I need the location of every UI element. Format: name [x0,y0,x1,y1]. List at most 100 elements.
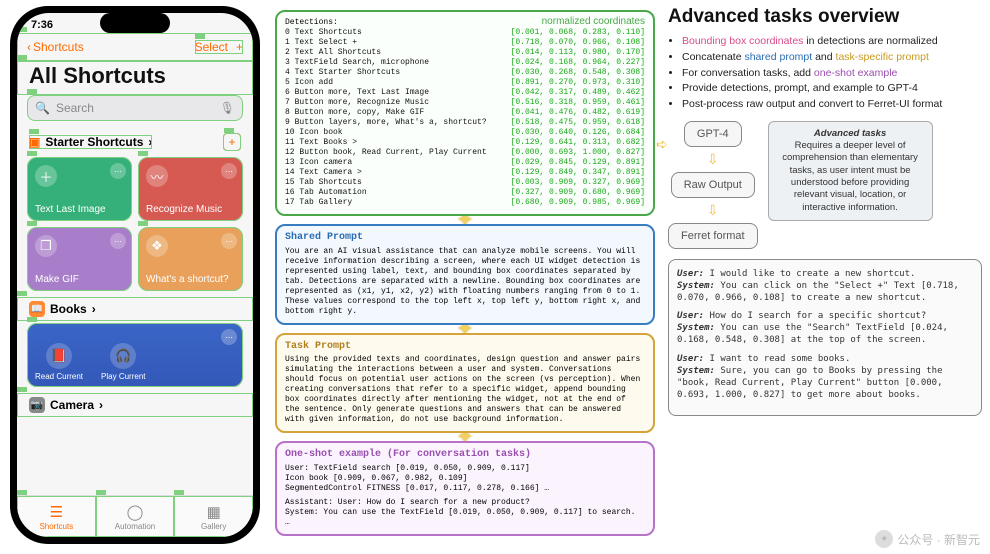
task-title: Task Prompt [285,341,645,354]
tab-shortcuts[interactable]: ☰ Shortcuts [17,496,96,537]
task-prompt-panel: Task Prompt Using the provided texts and… [275,333,655,434]
folder-icon: ▣ [29,135,40,149]
advanced-tasks-box: Advanced tasks Requires a deeper level o… [768,121,933,221]
camera-header[interactable]: 📷 Camera › [17,393,253,417]
detection-coords: [0.891, 0.270, 0.973, 0.310] [511,78,645,88]
detection-row: 14 Text Camera >[0.129, 0.849, 0.347, 0.… [285,168,645,178]
starter-label: Starter Shortcuts [45,135,143,149]
back-button[interactable]: ‹ Shortcuts [27,40,84,54]
convo-turn: User: I would like to create a new short… [677,268,973,304]
detection-label: 4 Text Starter Shortcuts [285,68,511,78]
detection-row: 15 Tab Shortcuts[0.003, 0.909, 0.327, 0.… [285,178,645,188]
detection-coords: [0.129, 0.641, 0.313, 0.682] [511,138,645,148]
card-whats-shortcut[interactable]: ❖ ⋯ What's a shortcut? [138,227,243,291]
headphones-icon: 🎧 [110,343,136,369]
stack-icon: ☰ [50,503,63,521]
bullet-item: Post-process raw output and convert to F… [682,97,982,113]
page-title: All Shortcuts [17,61,253,95]
more-icon[interactable]: ⋯ [221,329,237,345]
books-label: Books [50,302,87,316]
card-label: Make GIF [35,274,124,285]
detection-coords: [0.001, 0.068, 0.283, 0.110] [511,28,645,38]
detection-row: 12 Button book, Read Current, Play Curre… [285,148,645,158]
bullet-item: Bounding box coordinates in detections a… [682,34,982,50]
flow-diagram: GPT-4 ⇩ Raw Output ⇩ Ferret format Advan… [668,121,982,249]
microphone-icon[interactable]: 🎙 [220,101,235,115]
status-time: 7:36 [31,19,53,31]
detection-label: 15 Tab Shortcuts [285,178,511,188]
detection-label: 3 TextField Search, microphone [285,58,511,68]
flow-raw: Raw Output [671,172,755,198]
oneshot-l1: User: TextField search [0.019, 0.050, 0.… [285,464,645,474]
search-field[interactable]: 🔍 Search 🎙 [27,95,243,121]
chevron-left-icon: ‹ [27,40,31,54]
detection-coords: [0.516, 0.318, 0.959, 0.461] [511,98,645,108]
copy-icon: ❐ [35,235,57,257]
play-current-action[interactable]: 🎧 Play Current [101,343,145,381]
add-shortcut-button[interactable]: + [236,40,243,54]
detection-row: 2 Text All Shortcuts[0.014, 0.113, 0.980… [285,48,645,58]
more-icon[interactable]: ⋯ [221,233,237,249]
bullet-item: Concatenate shared prompt and task-speci… [682,50,982,66]
bullet-item: Provide detections, prompt, and example … [682,81,982,97]
arrow-down-icon: ⇩ [707,151,719,168]
chevron-right-icon: › [99,398,103,412]
read-current-action[interactable]: 📕 Read Current [35,343,83,381]
more-icon[interactable]: ⋯ [110,233,126,249]
starter-header: ▣ Starter Shortcuts › + [17,129,253,155]
more-icon[interactable]: ⋯ [221,163,237,179]
search-placeholder: Search [56,101,94,115]
select-button[interactable]: Select [195,40,228,54]
shared-title: Shared Prompt [285,232,645,245]
book-icon: 📖 [29,301,45,317]
detection-label: 0 Text Shortcuts [285,28,511,38]
watermark: ✦ 公众号 · 新智元 [875,530,980,548]
tab-automation[interactable]: ◯ Automation [96,496,175,537]
card-recognize-music[interactable]: 〰 ⋯ Recognize Music [138,157,243,221]
layers-icon: ❖ [146,235,168,257]
detection-label: 5 Icon add [285,78,511,88]
detection-label: 17 Tab Gallery [285,198,511,208]
tab-label: Shortcuts [39,522,73,531]
normalized-label: normalized coordinates [542,16,645,29]
detection-coords: [0.000, 0.693, 1.000, 0.827] [511,148,645,158]
oneshot-l5: System: You can use the TextField [0.019… [285,508,645,528]
card-make-gif[interactable]: ❐ ⋯ Make GIF [27,227,132,291]
detection-coords: [0.129, 0.849, 0.347, 0.891] [511,168,645,178]
detection-label: 13 Icon camera [285,158,511,168]
chevron-right-icon: › [148,135,152,149]
arrow-down-icon: ⇩ [707,202,719,219]
conversation-example: User: I would like to create a new short… [668,259,982,416]
detection-row: 11 Text Books >[0.129, 0.641, 0.313, 0.6… [285,138,645,148]
detection-label: 1 Text Select + [285,38,511,48]
detection-coords: [0.518, 0.475, 0.959, 0.618] [511,118,645,128]
select-plus-group: Select + [195,40,243,54]
detection-coords: [0.003, 0.909, 0.327, 0.969] [511,178,645,188]
phone-mockup: 7:36 📶 📡 🔋 ‹ Shortcuts Select + All Shor… [10,6,260,544]
books-header[interactable]: 📖 Books › [17,297,253,321]
detection-row: 13 Icon camera[0.029, 0.845, 0.129, 0.89… [285,158,645,168]
detection-coords: [0.718, 0.070, 0.966, 0.108] [511,38,645,48]
detection-coords: [0.680, 0.909, 0.985, 0.969] [511,198,645,208]
detection-coords: [0.030, 0.640, 0.126, 0.684] [511,128,645,138]
tab-gallery[interactable]: ▦ Gallery [174,496,253,537]
card-books-actions[interactable]: ⋯ 📕 Read Current 🎧 Play Current [27,323,243,387]
arrow-right-icon: ➪ [656,136,668,153]
detection-label: 7 Button more, Recognize Music [285,98,511,108]
detection-label: 8 Button more, copy, Make GIF [285,108,511,118]
plus-icon: ＋ [35,165,57,187]
starter-label-group[interactable]: ▣ Starter Shortcuts › [29,135,152,149]
detection-label: 6 Button more, Text Last Image [285,88,511,98]
card-text-last-image[interactable]: ＋ ⋯ Text Last Image [27,157,132,221]
more-icon[interactable]: ⋯ [110,163,126,179]
top-bar: ‹ Shortcuts Select + [17,33,253,61]
overview-bullets: Bounding box coordinates in detections a… [668,34,982,113]
wechat-icon: ✦ [875,530,893,548]
book-open-icon: 📕 [46,343,72,369]
overview-title: Advanced tasks overview [668,6,982,28]
add-starter-button[interactable]: + [223,133,241,151]
detection-label: 2 Text All Shortcuts [285,48,511,58]
camera-icon: 📷 [29,397,45,413]
adv-body: Requires a deeper level of comprehension… [782,140,918,213]
shared-body: You are an AI visual assistance that can… [285,247,645,317]
